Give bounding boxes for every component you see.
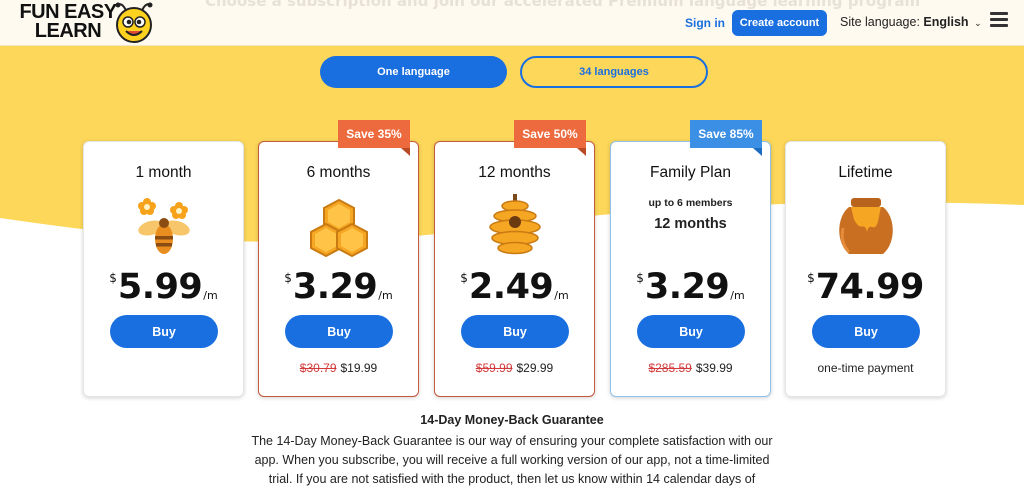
buy-button[interactable]: Buy [110, 315, 218, 348]
plan-card-lifetime: Lifetime $74.99 Buy one-time payment [785, 141, 946, 397]
site-language-selector[interactable]: Site language: English ⌄ [840, 15, 982, 29]
all-languages-toggle[interactable]: 34 languages [520, 56, 708, 88]
plan-duration: 12 months [654, 216, 727, 232]
original-price: $285.59 [648, 361, 692, 375]
plan-total: $30.79 $19.99 [259, 361, 418, 375]
plan-title: 1 month [135, 164, 192, 181]
buy-button[interactable]: Buy [812, 315, 920, 348]
site-language-value: English [923, 15, 969, 29]
buy-button[interactable]: Buy [637, 315, 745, 348]
plan-price: $5.99/m [109, 267, 218, 307]
plan-title: 12 months [478, 164, 551, 181]
beehive-icon [489, 194, 541, 255]
original-price: $30.79 [299, 361, 337, 375]
logo-text: FUN EASY LEARN [19, 1, 117, 42]
discounted-total: $39.99 [695, 361, 733, 375]
plan-card-1-month: 1 month $5.99/m Buy [83, 141, 244, 397]
discounted-total: $19.99 [340, 361, 378, 375]
one-language-toggle[interactable]: One language [320, 56, 507, 88]
plan-card-family: Family Plan up to 6 members 12 months $3… [610, 141, 771, 397]
create-account-button[interactable]: Create account [732, 10, 827, 36]
plan-title: 6 months [306, 164, 371, 181]
savings-badge: Save 35% [338, 120, 410, 156]
discounted-total: $29.99 [516, 361, 554, 375]
bee-flowers-icon [138, 198, 190, 254]
chevron-down-icon: ⌄ [974, 18, 982, 28]
site-language-label: Site language: [840, 15, 920, 29]
money-back-guarantee: 14-Day Money-Back Guarantee The 14-Day M… [0, 413, 1024, 487]
original-price: $59.99 [475, 361, 513, 375]
plan-price: $74.99 [807, 267, 924, 307]
plan-card-6-months: 6 months $3.29/m Buy $30.79 $19.99 [258, 141, 419, 397]
plan-total: $59.99 $29.99 [435, 361, 594, 375]
site-logo[interactable]: FUN EASY LEARN [18, 1, 168, 43]
top-navigation-bar: Choose a subscription and join our accel… [0, 0, 1024, 46]
plan-title: Family Plan [650, 164, 731, 181]
plan-price: $3.29/m [636, 267, 745, 307]
buy-button[interactable]: Buy [461, 315, 569, 348]
bee-mascot-icon [115, 2, 153, 43]
plan-total: $285.59 $39.99 [611, 361, 770, 375]
honey-pot-icon [839, 198, 893, 254]
page-heading-hidden: Choose a subscription and join our accel… [205, 0, 921, 10]
savings-badge: Save 50% [514, 120, 586, 156]
sign-in-link[interactable]: Sign in [685, 16, 725, 30]
plan-members: up to 6 members [648, 197, 733, 209]
savings-badge: Save 85% [690, 120, 762, 156]
guarantee-body: The 14-Day Money-Back Guarantee is our w… [251, 434, 773, 486]
plan-price: $3.29/m [284, 267, 393, 307]
buy-button[interactable]: Buy [285, 315, 393, 348]
plan-price: $2.49/m [460, 267, 569, 307]
menu-icon[interactable] [990, 12, 1008, 27]
plan-title: Lifetime [838, 164, 893, 181]
guarantee-title: 14-Day Money-Back Guarantee [420, 413, 604, 427]
payment-note: one-time payment [817, 361, 914, 375]
plan-card-12-months: 12 months $2.49/m Buy $59.99 $29.99 [434, 141, 595, 397]
honeycomb-icon [310, 198, 368, 258]
